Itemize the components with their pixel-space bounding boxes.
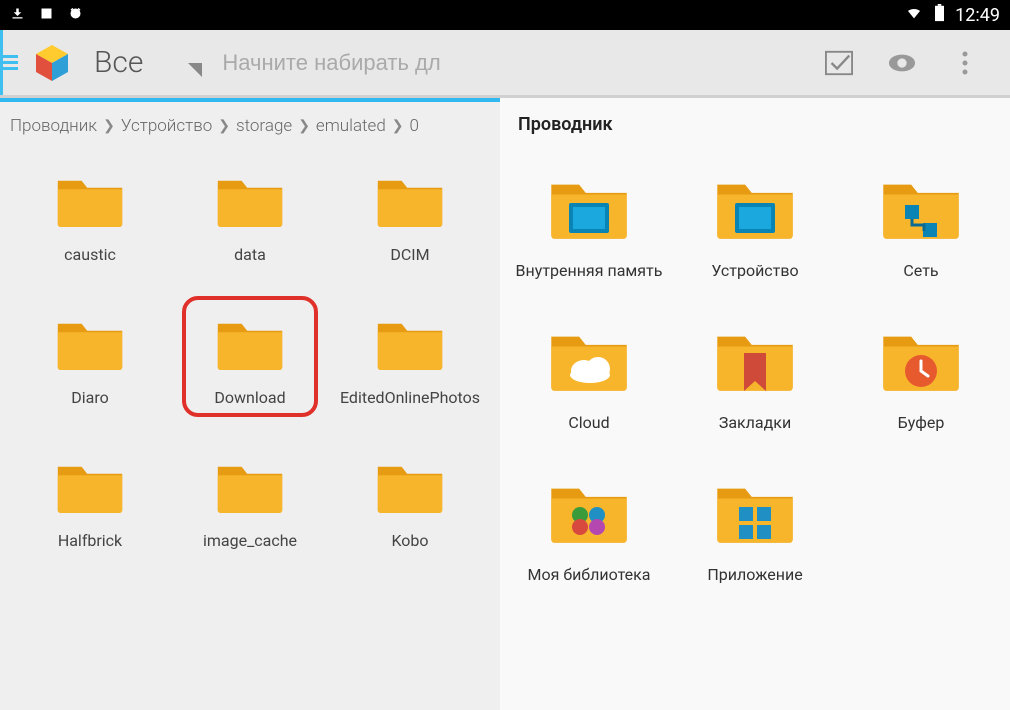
location-item[interactable]: Устройство (674, 173, 836, 280)
network-icon (901, 201, 941, 245)
main-area: Проводник ❯ Устройство ❯ storage ❯ emula… (0, 98, 1010, 710)
app-logo-icon[interactable] (22, 33, 82, 93)
folder-item[interactable]: Download (170, 314, 330, 407)
folder-label: DCIM (390, 245, 429, 264)
gallery-icon (39, 6, 54, 25)
location-label: Приложение (707, 565, 802, 584)
folder-label: data (234, 245, 266, 264)
location-item[interactable]: Буфер (840, 325, 1002, 432)
filter-label[interactable]: Все (94, 45, 143, 80)
dropdown-icon[interactable] (188, 62, 202, 81)
folder-item[interactable]: data (170, 171, 330, 264)
alarm-icon (68, 6, 83, 25)
breadcrumb-item[interactable]: 0 (410, 116, 419, 136)
apps-icon (737, 505, 773, 545)
location-label: Сеть (903, 261, 938, 280)
circles-icon (567, 505, 611, 539)
location-label: Cloud (568, 413, 609, 432)
folder-label: Halfbrick (58, 531, 122, 550)
folder-label: EditedOnlinePhotos (340, 388, 480, 407)
clock-icon (903, 353, 939, 393)
folder-item[interactable]: caustic (10, 171, 170, 264)
location-item[interactable]: Приложение (674, 477, 836, 584)
location-item[interactable]: Моя библиотека (508, 477, 670, 584)
search-input[interactable] (222, 50, 462, 76)
folder-label: caustic (64, 245, 116, 264)
breadcrumb-item[interactable]: storage (236, 116, 292, 136)
folder-label: image_cache (203, 531, 297, 550)
right-pane-title: Проводник (500, 98, 1010, 143)
location-item[interactable]: Закладки (674, 325, 836, 432)
folder-item[interactable]: Kobo (330, 457, 490, 550)
folder-label: Diaro (71, 388, 108, 407)
breadcrumb: Проводник ❯ Устройство ❯ storage ❯ emula… (0, 102, 500, 146)
folder-item[interactable]: EditedOnlinePhotos (330, 314, 490, 407)
battery-icon (934, 4, 945, 26)
folder-label: Download (214, 388, 285, 407)
breadcrumb-item[interactable]: Проводник (10, 116, 97, 136)
cloud-icon (566, 353, 612, 387)
location-label: Внутренняя память (516, 261, 663, 280)
wifi-icon (904, 5, 924, 25)
folder-item[interactable]: Halfbrick (10, 457, 170, 550)
chevron-right-icon: ❯ (298, 118, 310, 134)
location-label: Буфер (898, 413, 945, 432)
location-item[interactable]: Внутренняя память (508, 173, 670, 280)
folder-grid-left: caustic data DCIM Diaro Download EditedO… (0, 146, 500, 560)
app-toolbar: Все (0, 30, 1010, 98)
left-pane: Проводник ❯ Устройство ❯ storage ❯ emula… (0, 98, 500, 710)
select-mode-icon[interactable] (825, 49, 853, 77)
location-item[interactable]: Cloud (508, 325, 670, 432)
location-label: Устройство (711, 261, 798, 280)
folder-item[interactable]: DCIM (330, 171, 490, 264)
bookmark-icon (742, 353, 768, 397)
menu-icon[interactable] (2, 55, 18, 70)
right-pane: Проводник Внутренняя память Устройство С… (500, 98, 1010, 710)
breadcrumb-item[interactable]: Устройство (121, 116, 212, 136)
chevron-right-icon: ❯ (392, 118, 404, 134)
folder-item[interactable]: Diaro (10, 314, 170, 407)
location-label: Закладки (719, 413, 791, 432)
status-time: 12:49 (955, 5, 1000, 26)
visibility-icon[interactable] (888, 49, 916, 77)
breadcrumb-item[interactable]: emulated (316, 116, 386, 136)
location-item[interactable]: Сеть (840, 173, 1002, 280)
folder-label: Kobo (391, 531, 428, 550)
sdcard-icon (733, 201, 777, 239)
download-icon (10, 6, 25, 25)
chevron-right-icon: ❯ (103, 118, 115, 134)
folder-grid-right: Внутренняя память Устройство Сеть Cloud … (500, 143, 1010, 594)
sdcard-icon (567, 201, 611, 239)
location-label: Моя библиотека (528, 565, 651, 584)
chevron-right-icon: ❯ (218, 118, 230, 134)
folder-item[interactable]: image_cache (170, 457, 330, 550)
overflow-menu-icon[interactable] (951, 49, 979, 77)
android-status-bar: 12:49 (0, 0, 1010, 30)
